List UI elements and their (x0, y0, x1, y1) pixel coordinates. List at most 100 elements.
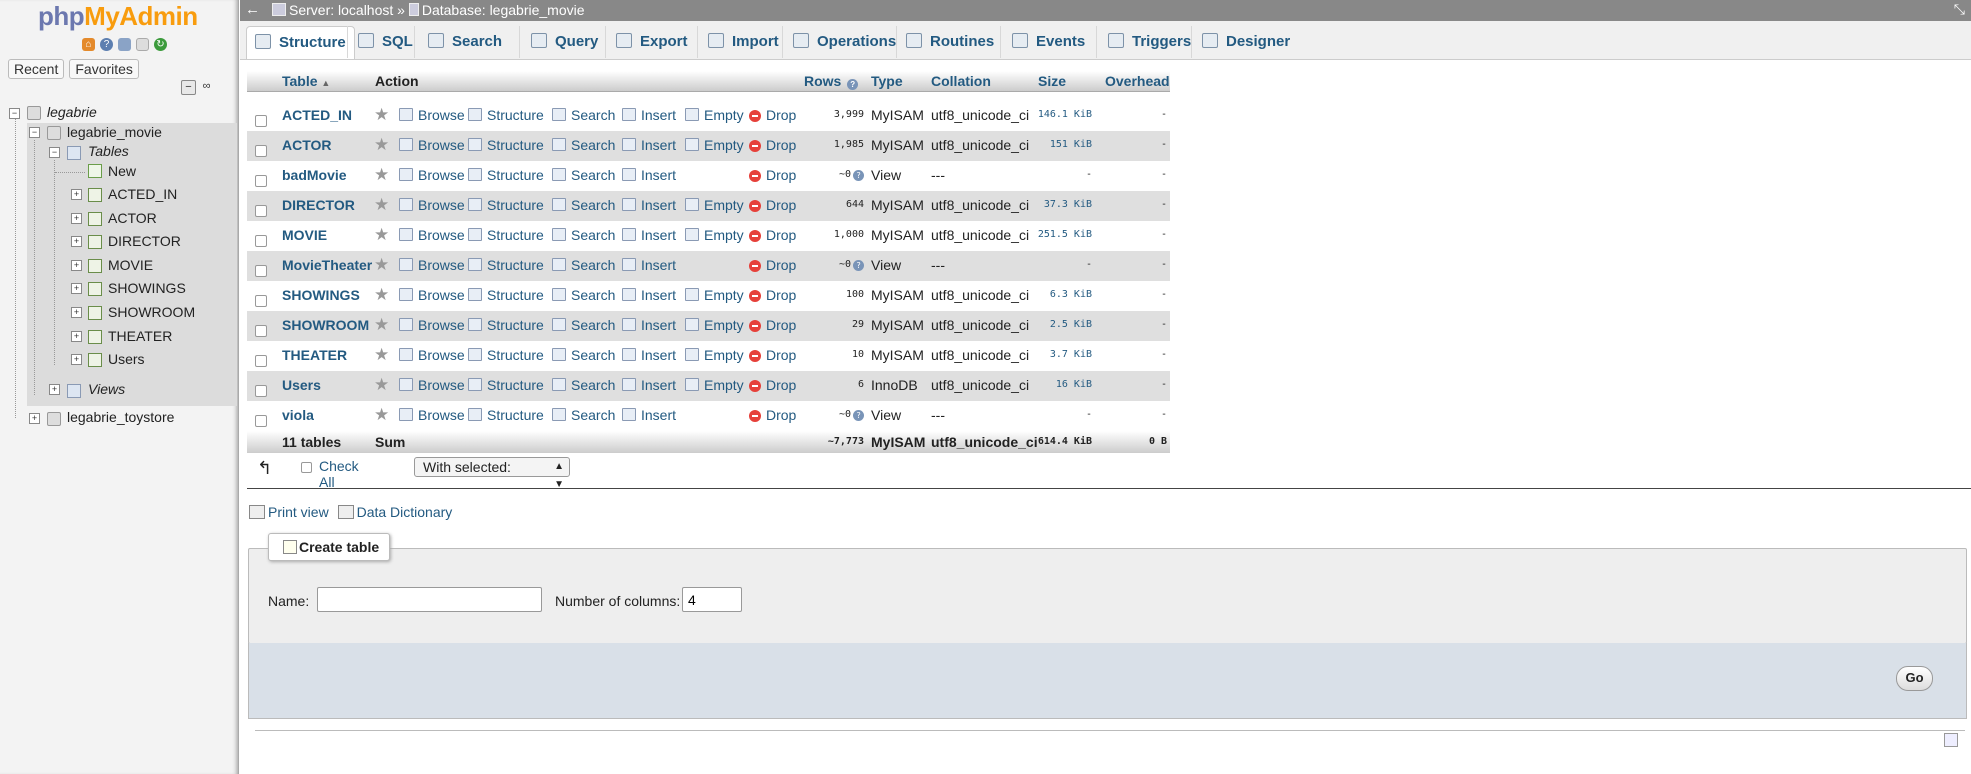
tab-separator (782, 26, 783, 58)
home-icon[interactable]: ⌂ (82, 38, 95, 51)
tab-import[interactable]: Import (700, 26, 779, 58)
import-icon (708, 33, 724, 48)
help-icon[interactable]: ? (100, 38, 113, 51)
tree-table-theater[interactable]: THEATER (108, 328, 172, 344)
query-icon (531, 33, 547, 48)
tree-table-movie[interactable]: MOVIE (108, 257, 153, 273)
tab-events[interactable]: Events (1004, 26, 1085, 58)
settings-icon[interactable] (136, 38, 149, 51)
tab-structure[interactable]: Structure (246, 26, 355, 59)
back-arrow-icon[interactable]: ← (245, 1, 260, 18)
tab-separator (605, 26, 606, 58)
info-icon[interactable]: ? (847, 79, 859, 90)
create-table-icon (283, 540, 297, 554)
tree-table-showings[interactable]: SHOWINGS (108, 280, 186, 296)
tree-db-legabrie-movie[interactable]: legabrie_movie (67, 124, 162, 140)
collapse-top-icon[interactable]: ⤡ (1954, 1, 1965, 18)
tab-designer[interactable]: Designer (1194, 26, 1290, 58)
with-selected-select[interactable]: With selected: ▲ ▼ (414, 457, 570, 490)
breadcrumb-database[interactable]: Database: legabrie_movie (422, 2, 585, 18)
data-dictionary-icon (337, 505, 354, 519)
expand-views-icon[interactable]: + (49, 384, 60, 395)
expand-table-icon[interactable]: + (71, 330, 82, 342)
table-row: viola ★ Browse Structure Search Insert Drop ~0?… (247, 401, 1170, 431)
views-group-icon (67, 384, 81, 398)
link-with-main-icon[interactable]: ∞ (200, 80, 213, 93)
database-icon (47, 412, 61, 426)
expand-table-icon[interactable]: + (71, 259, 82, 271)
table-row: badMovie ★ Browse Structure Search Insert Drop… (247, 161, 1170, 191)
tab-triggers[interactable]: Triggers (1100, 26, 1191, 58)
go-button[interactable]: Go (1896, 666, 1933, 691)
col-header-rows[interactable]: Rows ? (804, 73, 859, 90)
expand-table-icon[interactable]: + (71, 354, 82, 366)
favorites-button[interactable]: Favorites (69, 59, 139, 79)
col-header-overhead[interactable]: Overhead (1105, 73, 1170, 89)
tree-new-table[interactable]: New (108, 163, 136, 179)
table-icon (88, 235, 102, 250)
docs-icon[interactable] (118, 38, 131, 51)
phpmyadmin-logo[interactable]: phpMyAdmin (38, 1, 198, 32)
expand-table-icon[interactable]: + (71, 212, 82, 224)
recent-button[interactable]: Recent (8, 59, 65, 79)
col-header-action: Action (375, 73, 419, 89)
collapse-legabrie-icon[interactable]: − (9, 108, 20, 119)
tree-tables-group[interactable]: Tables (88, 143, 129, 159)
designer-icon (1202, 33, 1218, 48)
reload-icon[interactable]: ↻ (154, 38, 167, 51)
tree-views-group[interactable]: Views (88, 381, 125, 397)
table-name-input[interactable] (317, 587, 542, 612)
tab-label: Operations (817, 33, 897, 50)
expand-table-icon[interactable]: + (71, 236, 82, 248)
collapse-legabrie-movie-icon[interactable]: − (29, 127, 40, 138)
table-icon (88, 329, 102, 344)
tree-table-users[interactable]: Users (108, 351, 145, 367)
breadcrumb-server[interactable]: Server: localhost (289, 2, 393, 18)
tab-sql[interactable]: SQL (350, 26, 413, 58)
expand-legabrie-toystore-icon[interactable]: + (29, 413, 40, 424)
expand-table-icon[interactable]: + (71, 189, 82, 200)
expand-table-icon[interactable]: + (71, 283, 82, 295)
tab-separator (1000, 26, 1001, 58)
summary-row: 11 tables Sum ~7,773 MyISAM utf8_unicode_ci 6… (247, 431, 1170, 453)
tab-label: Events (1036, 33, 1086, 50)
tab-label: Triggers (1132, 33, 1192, 50)
logo-php-text: php (38, 1, 85, 31)
tab-search[interactable]: Search (420, 26, 502, 58)
tree-table-showroom[interactable]: SHOWROOM (108, 304, 195, 320)
col-header-table-label: Table (282, 73, 318, 89)
tab-export[interactable]: Export (608, 26, 688, 58)
tab-label: Import (732, 33, 779, 50)
check-all-label[interactable]: Check All (319, 458, 359, 490)
tab-query[interactable]: Query (523, 26, 598, 58)
tab-operations[interactable]: Operations (785, 26, 896, 58)
tab-label: SQL (382, 33, 413, 50)
print-view-link[interactable]: Print view (268, 504, 329, 520)
col-header-type[interactable]: Type (871, 73, 903, 89)
tree-table-actor[interactable]: ACTOR (108, 210, 157, 226)
data-dictionary-link[interactable]: Data Dictionary (357, 504, 453, 520)
tab-label: Designer (1226, 33, 1291, 50)
export-icon (616, 33, 632, 48)
col-header-size[interactable]: Size (1038, 73, 1066, 89)
console-icon[interactable] (1944, 733, 1958, 747)
tree-db-legabrie-toystore[interactable]: legabrie_toystore (67, 409, 174, 425)
check-all-checkbox[interactable] (301, 462, 312, 473)
tree-table-director[interactable]: DIRECTOR (108, 233, 181, 249)
wrench-icon (793, 33, 809, 48)
table-row: MOVIE ★ Browse Structure Search Insert Empty Dr… (247, 221, 1170, 251)
tab-routines[interactable]: Routines (898, 26, 994, 58)
tab-separator (1191, 26, 1192, 58)
num-columns-input[interactable] (682, 587, 742, 612)
collapse-all-icon[interactable]: − (181, 80, 196, 95)
col-header-collation[interactable]: Collation (931, 73, 991, 89)
tree-root-legabrie[interactable]: legabrie (47, 104, 97, 120)
tree-table-acted_in[interactable]: ACTED_IN (108, 186, 177, 202)
collapse-tables-icon[interactable]: − (49, 147, 60, 158)
expand-table-icon[interactable]: + (71, 307, 82, 318)
col-header-table[interactable]: Table ▲ (282, 73, 330, 89)
triggers-icon (1108, 33, 1124, 48)
routines-icon (906, 33, 922, 48)
server-icon (272, 3, 286, 16)
table-icon (88, 258, 102, 273)
